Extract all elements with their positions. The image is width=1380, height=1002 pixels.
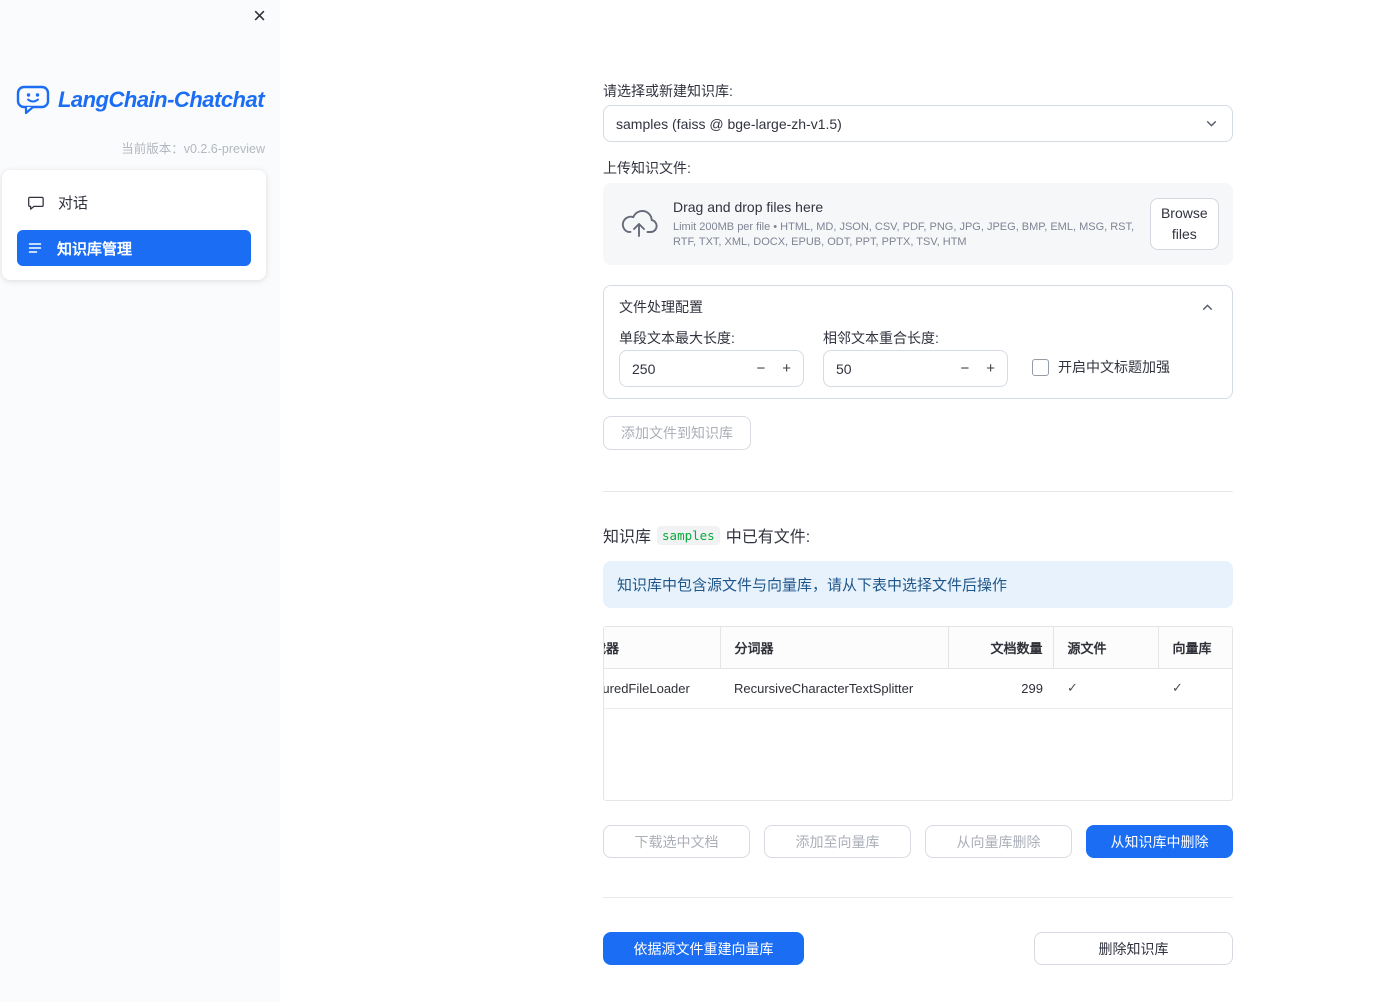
kb-files-prefix: 知识库 [603, 529, 652, 546]
kb-select[interactable]: samples (faiss @ bge-large-zh-v1.5) [603, 105, 1233, 142]
add-files-to-kb-button[interactable]: 添加文件到知识库 [603, 416, 751, 450]
dropzone-limits: Limit 200MB per file • HTML, MD, JSON, C… [673, 220, 1135, 248]
sidebar-item-kb-management[interactable]: 知识库管理 [17, 230, 251, 266]
chunk-size-label: 单段文本最大长度: [619, 330, 735, 346]
rebuild-vectorstore-button[interactable]: 依据源文件重建向量库 [603, 932, 804, 965]
col-header-vector: 向量库 [1158, 627, 1232, 669]
dropzone-title: Drag and drop files here [673, 198, 824, 215]
zh-title-checkbox[interactable] [1032, 358, 1049, 376]
chevron-down-icon [1203, 115, 1220, 132]
divider [603, 491, 1233, 492]
kb-name-code: samples [657, 525, 720, 545]
cell-loader: UnstructuredFileLoader [604, 668, 720, 709]
chunk-size-input[interactable] [620, 360, 724, 377]
minus-icon[interactable]: − [960, 351, 969, 386]
delete-from-kb-button[interactable]: 从知识库中删除 [1086, 825, 1233, 858]
col-header-source: 源文件 [1053, 627, 1159, 669]
kb-files-suffix: 中已有文件: [725, 529, 811, 546]
version-label: 当前版本：v0.2.6-preview [121, 142, 265, 156]
plus-icon[interactable]: + [782, 351, 791, 386]
kb-select-label: 请选择或新建知识库: [603, 83, 733, 99]
col-header-loader: 文档加载器 [604, 627, 721, 669]
minus-icon[interactable]: − [756, 351, 765, 386]
table-header-row: 文档加载器 分词器 文档数量 源文件 向量库 [604, 627, 1232, 669]
kb-select-value: samples (faiss @ bge-large-zh-v1.5) [616, 115, 842, 132]
overlap-size-label: 相邻文本重合长度: [823, 330, 939, 346]
chevron-up-icon [1199, 299, 1216, 316]
add-to-vectorstore-button[interactable]: 添加至向量库 [764, 825, 911, 858]
delete-kb-button[interactable]: 删除知识库 [1034, 932, 1233, 965]
sidebar-menu: 对话 知识库管理 [2, 170, 266, 280]
expander-title: 文件处理配置 [619, 299, 703, 315]
download-selected-button[interactable]: 下载选中文档 [603, 825, 750, 858]
zh-title-checkbox-row: 开启中文标题加强 [1032, 357, 1170, 377]
cell-splitter: RecursiveCharacterTextSplitter [720, 668, 948, 709]
cell-vector-check: ✓ [1158, 668, 1232, 709]
info-banner: 知识库中包含源文件与向量库，请从下表中选择文件后操作 [603, 561, 1233, 608]
dropzone-text: Drag and drop files here Limit 200MB per… [673, 199, 1136, 250]
sidebar-item-chat[interactable]: 对话 [17, 184, 251, 220]
file-dropzone[interactable]: Drag and drop files here Limit 200MB per… [603, 183, 1233, 265]
logo: LangChain-Chatchat [0, 84, 280, 116]
sidebar-item-chat-label: 对话 [58, 194, 89, 212]
overlap-size-input[interactable] [824, 360, 928, 377]
app-canvas: × LangChain-Chatchat 当前版本：v0.2.6-preview [0, 0, 1380, 1002]
zh-title-checkbox-label: 开启中文标题加强 [1058, 359, 1170, 375]
sidebar-item-kb-label: 知识库管理 [57, 240, 133, 258]
file-config-expander: 文件处理配置 单段文本最大长度: 相邻文本重合长度: − + − + [603, 285, 1233, 399]
expander-header[interactable]: 文件处理配置 [604, 286, 1232, 317]
overlap-size-stepper: − + [823, 350, 1008, 387]
table-row[interactable]: UnstructuredFileLoader RecursiveCharacte… [604, 668, 1232, 709]
cell-source-check: ✓ [1053, 668, 1158, 709]
app-title: LangChain-Chatchat [57, 87, 265, 112]
upload-label: 上传知识文件: [603, 160, 691, 176]
kb-files-table[interactable]: 文档加载器 分词器 文档数量 源文件 向量库 UnstructuredFileL… [603, 626, 1233, 801]
browse-files-button[interactable]: Browse files [1149, 198, 1219, 250]
chunk-size-stepper: − + [619, 350, 804, 387]
main-content: 请选择或新建知识库: samples (faiss @ bge-large-zh… [603, 0, 1233, 1002]
logo-icon [16, 84, 50, 116]
col-header-doc-count: 文档数量 [948, 627, 1054, 669]
delete-from-vectorstore-button[interactable]: 从向量库删除 [925, 825, 1072, 858]
list-icon [27, 240, 43, 256]
col-header-splitter: 分词器 [720, 627, 949, 669]
info-banner-text: 知识库中包含源文件与向量库，请从下表中选择文件后操作 [617, 577, 1008, 594]
sidebar: × LangChain-Chatchat 当前版本：v0.2.6-preview [0, 0, 280, 1002]
kb-files-heading: 知识库 samples 中已有文件: [603, 523, 810, 547]
divider [603, 897, 1233, 898]
cell-doc-count: 299 [948, 668, 1053, 709]
chat-bubble-icon [27, 194, 44, 211]
plus-icon[interactable]: + [986, 351, 995, 386]
cloud-upload-icon [619, 208, 659, 240]
sidebar-close-icon[interactable]: × [253, 2, 266, 30]
